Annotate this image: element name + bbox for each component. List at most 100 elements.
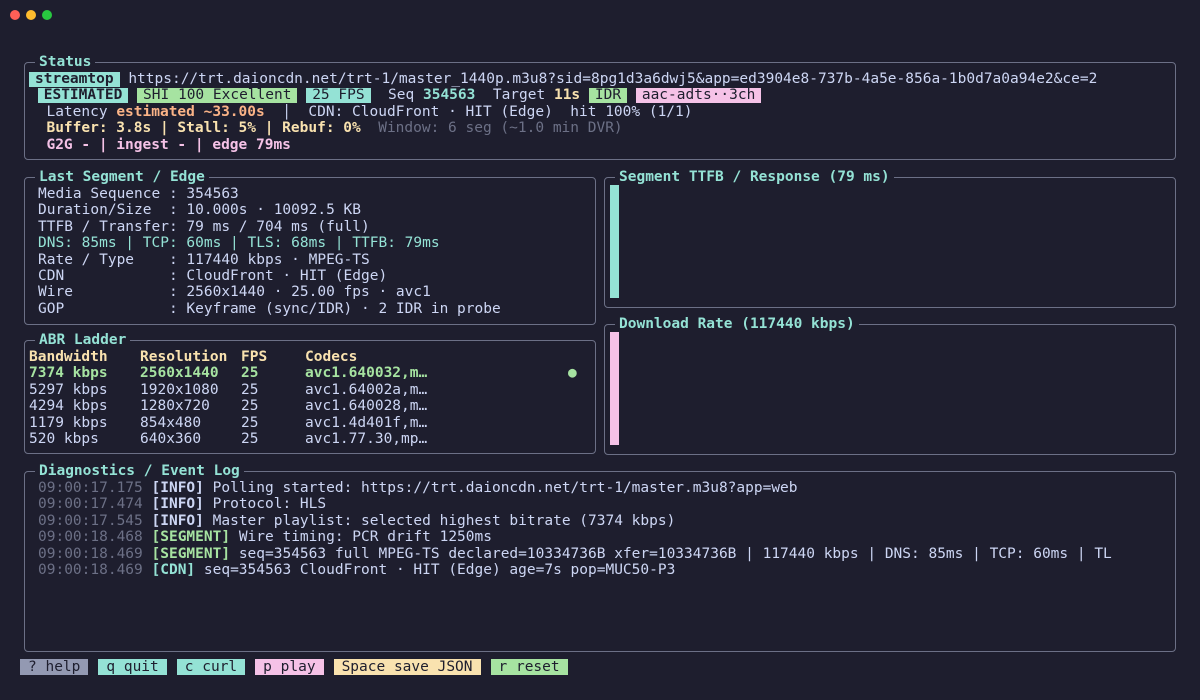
abr-header-fps: FPS (241, 349, 268, 365)
segment-row: TTFB / Transfer: 79 ms / 704 ms (full) (38, 218, 370, 235)
status-url-row: streamtop https://trt.daioncdn.net/trt-1… (29, 71, 1173, 87)
active-variant-indicator: ● (568, 365, 577, 382)
help-key[interactable]: ? help (20, 659, 89, 675)
abr-resolution: 1920x1080 (140, 381, 219, 398)
latency-label: Latency (46, 103, 108, 120)
abr-codecs: avc1.64002a,m… (305, 381, 428, 398)
log-panel: Diagnostics / Event Log 09:00:17.175 [IN… (24, 463, 1176, 652)
window-maximize-button[interactable] (42, 10, 52, 20)
abr-bandwidth: 4294 kbps (29, 398, 108, 415)
log-entry: 09:00:18.469 [SEGMENT] seq=354563 full M… (38, 546, 1172, 562)
status-badges-row: ESTIMATED SHI 100 Excellent 25 FPS Seq 3… (29, 87, 1173, 104)
ttfb-panel-title: Segment TTFB / Response (79 ms) (615, 169, 894, 185)
log-entry: 09:00:17.545 [INFO] Master playlist: sel… (38, 513, 1172, 529)
abr-fps: 25 (241, 381, 259, 398)
g2g-stats: G2G - | ingest - | edge 79ms (46, 136, 291, 153)
stream-url: https://trt.daioncdn.net/trt-1/master_14… (128, 71, 1098, 87)
latency-row: Latency estimated ~33.00s │ CDN: CloudFr… (29, 104, 1173, 120)
abr-fps: 25 (241, 398, 259, 415)
abr-resolution: 1280x720 (140, 398, 210, 415)
quit-key[interactable]: q quit (98, 659, 167, 675)
idr-badge: IDR (588, 88, 628, 104)
seq-value: 354563 (422, 87, 476, 104)
abr-fps: 25 (241, 430, 259, 447)
target-label: Target (492, 87, 546, 104)
status-panel-title: Status (35, 54, 96, 70)
abr-header-resolution: Resolution (140, 349, 228, 365)
log-message: Wire timing: PCR drift 1250ms (238, 529, 492, 546)
buffer-stats: Buffer: 3.8s | Stall: 5% | Rebuf: 0% (46, 120, 361, 137)
segment-row: DNS: 85ms | TCP: 60ms | TLS: 68ms | TTFB… (38, 235, 440, 252)
abr-fps: 25 (241, 365, 259, 382)
abr-row[interactable]: 520 kbps 640x360 25 avc1.77.30,mp… (29, 431, 589, 447)
abr-row[interactable]: 5297 kbps 1920x1080 25 avc1.64002a,m… (29, 382, 589, 398)
log-message: Master playlist: selected highest bitrat… (212, 512, 676, 529)
key-hints: ? help q quit c curl p play Space save JSON r… (20, 659, 578, 675)
log-tag: [INFO] (151, 496, 204, 513)
log-timestamp: 09:00:18.469 (38, 545, 143, 562)
shi-badge: SHI 100 Excellent (137, 88, 298, 104)
log-timestamp: 09:00:18.469 (38, 561, 143, 578)
abr-bandwidth: 5297 kbps (29, 381, 108, 398)
abr-codecs: avc1.77.30,mp… (305, 430, 428, 447)
fps-badge: 25 FPS (306, 88, 371, 104)
abr-header-bandwidth: Bandwidth (29, 349, 108, 365)
audio-badge: aac-adts··3ch (635, 88, 762, 104)
target-value: 11s (553, 87, 581, 104)
window-close-button[interactable] (10, 10, 20, 20)
dvr-window: Window: 6 seg (~1.0 min DVR) (378, 120, 623, 137)
download-panel: Download Rate (117440 kbps) (604, 316, 1176, 455)
abr-row[interactable]: 7374 kbps 2560x1440 25 avc1.640032,m… ● (29, 365, 589, 381)
g2g-row: G2G - | ingest - | edge 79ms (29, 137, 1173, 153)
log-timestamp: 09:00:17.545 (38, 512, 143, 529)
status-panel: Status streamtop https://trt.daioncdn.ne… (24, 54, 1176, 160)
log-timestamp: 09:00:17.474 (38, 496, 143, 513)
segment-row: Rate / Type : 117440 kbps · MPEG-TS (38, 251, 370, 268)
log-entry: 09:00:17.175 [INFO] Polling started: htt… (38, 480, 1172, 496)
abr-codecs: avc1.640028,m… (305, 398, 428, 415)
log-entry: 09:00:18.468 [SEGMENT] Wire timing: PCR … (38, 529, 1172, 545)
cdn-summary: CDN: CloudFront · HIT (Edge) hit 100% (1… (308, 103, 693, 120)
latency-value: estimated ~33.00s (116, 103, 265, 120)
curl-key[interactable]: c curl (176, 659, 246, 675)
segment-panel-title: Last Segment / Edge (35, 169, 209, 185)
download-panel-title: Download Rate (117440 kbps) (615, 316, 859, 332)
abr-fps: 25 (241, 414, 259, 431)
ttfb-panel: Segment TTFB / Response (79 ms) (604, 169, 1176, 308)
log-panel-title: Diagnostics / Event Log (35, 463, 244, 479)
log-tag: [SEGMENT] (151, 529, 231, 546)
play-key[interactable]: p play (255, 659, 324, 675)
abr-row[interactable]: 4294 kbps 1280x720 25 avc1.640028,m… (29, 398, 589, 414)
log-entry: 09:00:17.474 [INFO] Protocol: HLS (38, 496, 1172, 512)
abr-codecs: avc1.640032,m… (305, 365, 428, 382)
log-message: seq=354563 full MPEG-TS declared=1033473… (238, 545, 1112, 562)
window-minimize-button[interactable] (26, 10, 36, 20)
log-tag: [SEGMENT] (151, 545, 231, 562)
log-timestamp: 09:00:18.468 (38, 529, 143, 546)
segment-row: Duration/Size : 10.000s · 10092.5 KB (38, 202, 362, 219)
log-timestamp: 09:00:17.175 (38, 480, 143, 496)
abr-codecs: avc1.4d401f,m… (305, 414, 428, 431)
log-tag: [INFO] (151, 480, 204, 496)
reset-key[interactable]: r reset (490, 659, 568, 675)
abr-panel: ABR Ladder Bandwidth Resolution FPS Codecs … (24, 332, 596, 454)
ttfb-bar (610, 185, 619, 298)
abr-header-codecs: Codecs (305, 349, 358, 365)
segment-row: Wire : 2560x1440 · 25.00 fps · avc1 (38, 284, 431, 301)
log-entry: 09:00:18.469 [CDN] seq=354563 CloudFront… (38, 562, 1172, 578)
latency-separator: │ (282, 103, 291, 120)
seq-label: Seq (388, 87, 415, 104)
abr-header-row: Bandwidth Resolution FPS Codecs (29, 349, 589, 365)
abr-row[interactable]: 1179 kbps 854x480 25 avc1.4d401f,m… (29, 415, 589, 431)
segment-row: GOP : Keyframe (sync/IDR) · 2 IDR in pro… (38, 300, 501, 317)
abr-panel-title: ABR Ladder (35, 332, 131, 348)
estimated-badge: ESTIMATED (37, 88, 129, 104)
segment-row: CDN : CloudFront · HIT (Edge) (38, 267, 388, 284)
app-chip: streamtop (29, 72, 120, 87)
save-json-key[interactable]: Space save JSON (333, 659, 481, 675)
buffer-row: Buffer: 3.8s | Stall: 5% | Rebuf: 0% Win… (29, 120, 1173, 136)
log-message: Polling started: https://trt.daioncdn.ne… (212, 480, 798, 496)
abr-resolution: 854x480 (140, 414, 202, 431)
segment-row: Media Sequence : 354563 (38, 186, 239, 202)
abr-bandwidth: 1179 kbps (29, 414, 108, 431)
